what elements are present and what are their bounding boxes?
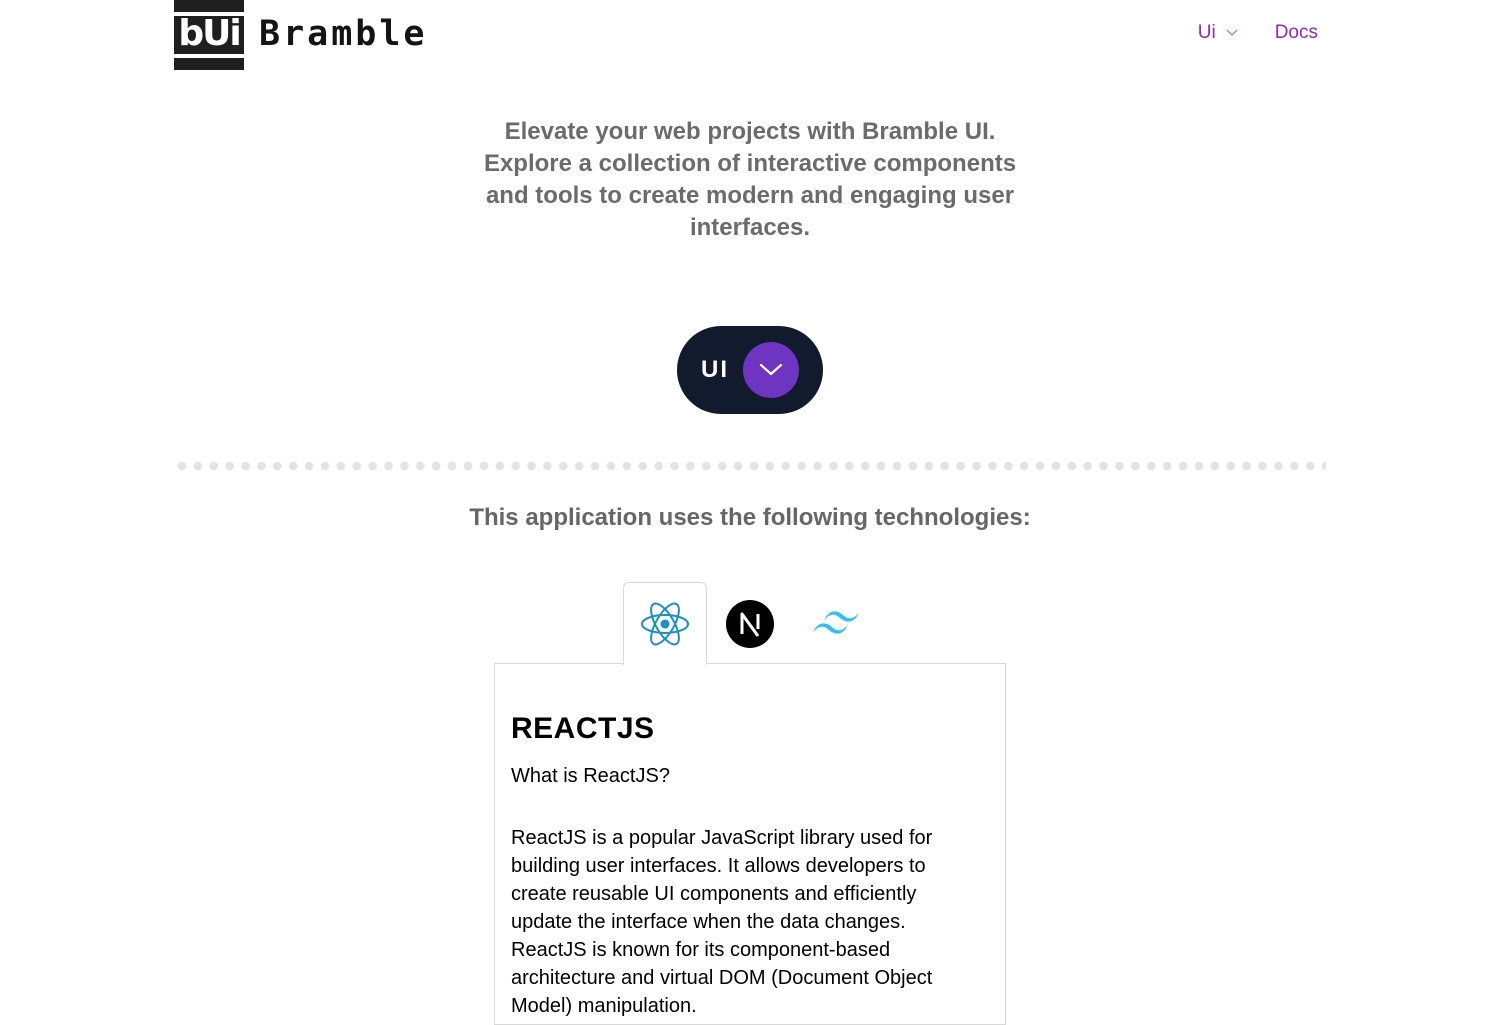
chevron-down-icon bbox=[759, 363, 783, 376]
nav-item-ui[interactable]: Ui bbox=[1198, 22, 1238, 44]
logo-bottom-bar bbox=[174, 54, 244, 58]
nav-item-ui-label: Ui bbox=[1197, 22, 1216, 43]
tab-react[interactable] bbox=[623, 582, 707, 665]
dotted-divider bbox=[174, 461, 1326, 471]
nav-item-docs-label: Docs bbox=[1274, 22, 1318, 43]
brand-name: Bramble bbox=[259, 14, 428, 54]
nextjs-icon bbox=[726, 600, 774, 648]
hero-description: Elevate your web projects with Bramble U… bbox=[483, 118, 1017, 241]
react-icon bbox=[641, 602, 689, 646]
tab-nextjs[interactable] bbox=[709, 582, 791, 664]
panel-subtitle: What is ReactJS? bbox=[511, 765, 670, 787]
panel-body: ReactJS is a popular JavaScript library … bbox=[511, 827, 933, 1017]
top-nav: Ui Docs bbox=[1198, 22, 1318, 44]
technologies-heading: This application uses the following tech… bbox=[469, 504, 1031, 531]
tailwind-icon bbox=[813, 611, 859, 634]
logo[interactable]: bUi bbox=[174, 0, 244, 70]
ui-button-toggle[interactable] bbox=[743, 342, 799, 398]
logo-mark: bUi bbox=[178, 13, 241, 54]
ui-dropdown-button[interactable]: UI bbox=[677, 326, 823, 414]
technology-panel: REACTJS What is ReactJS? ReactJS is a po… bbox=[494, 663, 1006, 1025]
ui-button-label: UI bbox=[701, 356, 729, 383]
chevron-down-icon bbox=[1226, 29, 1238, 36]
tab-tailwind[interactable] bbox=[795, 582, 877, 664]
nav-item-docs[interactable]: Docs bbox=[1275, 22, 1318, 44]
panel-title: REACTJS bbox=[511, 712, 655, 745]
